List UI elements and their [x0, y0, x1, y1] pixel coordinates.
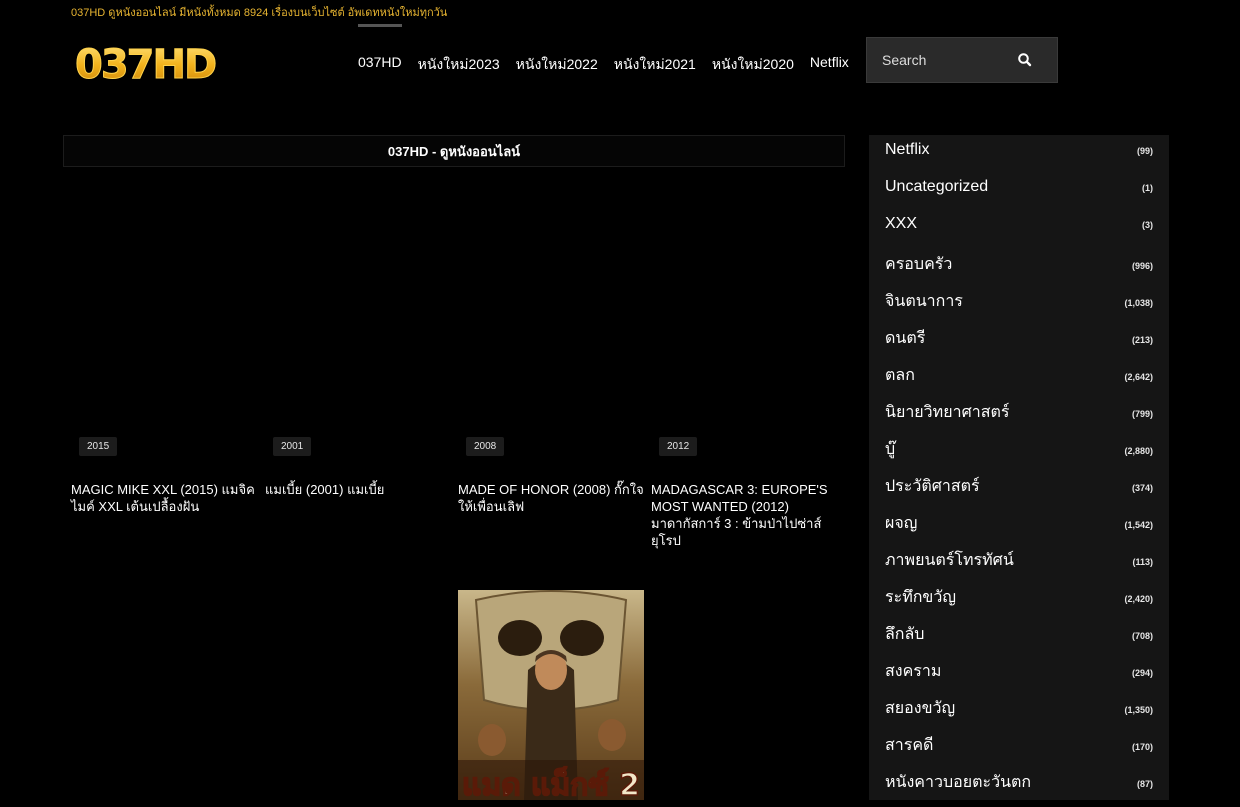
poster-title-text: แมด แม็กซ์ 2	[462, 766, 640, 800]
search-input[interactable]	[882, 52, 1022, 68]
site-logo[interactable]: 037HD	[73, 42, 229, 89]
category-name[interactable]: บู๊	[885, 437, 895, 462]
category-item[interactable]: สงคราม (294)	[885, 659, 1153, 696]
category-count: (113)	[1132, 557, 1153, 567]
year-badge: 2012	[659, 437, 698, 456]
year-badge: 2015	[79, 437, 118, 456]
year-badge: 2001	[273, 437, 312, 456]
category-count: (1,350)	[1124, 705, 1153, 715]
category-item[interactable]: ดนตรี (213)	[885, 326, 1153, 363]
category-count: (2,642)	[1124, 372, 1153, 382]
search-box	[866, 37, 1058, 83]
category-name[interactable]: นิยายวิทยาศาสตร์	[885, 400, 1009, 425]
category-count: (213)	[1131, 335, 1153, 345]
poster-image: แมด แม็กซ์ 2	[458, 590, 644, 800]
category-name[interactable]: สงคราม	[885, 659, 941, 684]
category-count: (374)	[1131, 483, 1153, 493]
category-sidebar: Netflix (99) Uncategorized (1) XXX (3) ค…	[869, 135, 1169, 800]
category-item[interactable]: Uncategorized (1)	[885, 178, 1153, 215]
category-name[interactable]: Netflix	[885, 141, 929, 159]
movie-title[interactable]: MADE OF HONOR (2008) กั๊กใจให้เพื่อนเลิฟ	[458, 481, 644, 515]
category-item[interactable]: Netflix (99)	[885, 141, 1153, 178]
category-item[interactable]: สารคดี (170)	[885, 733, 1153, 770]
category-item[interactable]: ระทึกขวัญ (2,420)	[885, 585, 1153, 622]
category-item[interactable]: สยองขวัญ (1,350)	[885, 696, 1153, 733]
category-name[interactable]: ภาพยนตร์โทรทัศน์	[885, 548, 1014, 573]
category-name[interactable]: ดนตรี	[885, 326, 925, 351]
category-item[interactable]: นิยายวิทยาศาสตร์ (799)	[885, 400, 1153, 437]
category-item[interactable]: ตลก (2,642)	[885, 363, 1153, 400]
logo-text: 037HD	[75, 42, 216, 84]
category-count: (294)	[1131, 668, 1153, 678]
category-count: (87)	[1136, 779, 1153, 789]
category-item[interactable]: ลึกลับ (708)	[885, 622, 1153, 659]
category-name[interactable]: สารคดี	[885, 733, 933, 758]
search-icon[interactable]	[1017, 52, 1033, 68]
year-badge: 2008	[466, 437, 505, 456]
category-item[interactable]: XXX (3)	[885, 215, 1153, 252]
category-count: (3)	[1142, 220, 1153, 230]
category-count: (799)	[1131, 409, 1153, 419]
category-name[interactable]: ลึกลับ	[885, 622, 924, 647]
category-name[interactable]: ระทึกขวัญ	[885, 585, 956, 610]
category-item[interactable]: ประวัติศาสตร์ (374)	[885, 474, 1153, 511]
section-title: 037HD - ดูหนังออนไลน์	[63, 135, 845, 167]
movie-title[interactable]: MADAGASCAR 3: EUROPE'S MOST WANTED (2012…	[651, 481, 837, 549]
category-name[interactable]: จินตนาการ	[885, 289, 963, 314]
category-count: (2,880)	[1124, 446, 1153, 456]
category-name[interactable]: ผจญ	[885, 511, 917, 536]
section-title-text: 037HD - ดูหนังออนไลน์	[387, 143, 521, 159]
nav-item-037hd[interactable]: 037HD	[358, 54, 402, 76]
category-item[interactable]: บู๊ (2,880)	[885, 437, 1153, 474]
nav-item-netflix[interactable]: Netflix	[810, 54, 849, 76]
site-tagline: 037HD ดูหนังออนไลน์ มีหนังทั้งหมด 8924 เ…	[71, 7, 448, 19]
movie-title[interactable]: MAGIC MIKE XXL (2015) แมจิค ไมค์ XXL เต้…	[71, 481, 257, 515]
category-item[interactable]: ผจญ (1,542)	[885, 511, 1153, 548]
category-count: (170)	[1131, 742, 1153, 752]
nav-active-indicator	[358, 24, 402, 27]
category-count: (1,038)	[1124, 298, 1153, 308]
category-name[interactable]: Uncategorized	[885, 178, 988, 196]
nav-item-new-2022[interactable]: หนังใหม่2022	[516, 54, 598, 76]
movie-title[interactable]: แมเบี้ย (2001) แมเบี้ย	[265, 481, 451, 498]
logo-graphic: 037HD	[75, 42, 219, 89]
category-name[interactable]: ตลก	[885, 363, 915, 388]
category-count: (1)	[1142, 183, 1153, 193]
category-count: (996)	[1131, 261, 1153, 271]
category-count: (708)	[1131, 631, 1153, 641]
main-nav: 037HD หนังใหม่2023 หนังใหม่2022 หนังใหม่…	[358, 54, 849, 76]
nav-item-new-2020[interactable]: หนังใหม่2020	[712, 54, 794, 76]
category-name[interactable]: หนังคาวบอยตะวันตก	[885, 770, 1031, 795]
category-name[interactable]: สยองขวัญ	[885, 696, 955, 721]
category-item[interactable]: จินตนาการ (1,038)	[885, 289, 1153, 326]
category-count: (1,542)	[1124, 520, 1153, 530]
category-name[interactable]: XXX	[885, 215, 917, 233]
category-name[interactable]: ครอบครัว	[885, 252, 952, 277]
category-item[interactable]: ภาพยนตร์โทรทัศน์ (113)	[885, 548, 1153, 585]
category-name[interactable]: ประวัติศาสตร์	[885, 474, 980, 499]
movie-poster[interactable]: แมด แม็กซ์ 2	[458, 590, 644, 800]
category-item[interactable]: ครอบครัว (996)	[885, 252, 1153, 289]
nav-item-new-2021[interactable]: หนังใหม่2021	[614, 54, 696, 76]
category-count: (2,420)	[1124, 594, 1153, 604]
category-item[interactable]: หนังคาวบอยตะวันตก (87)	[885, 770, 1153, 807]
category-count: (99)	[1136, 146, 1153, 156]
nav-item-new-2023[interactable]: หนังใหม่2023	[418, 54, 500, 76]
